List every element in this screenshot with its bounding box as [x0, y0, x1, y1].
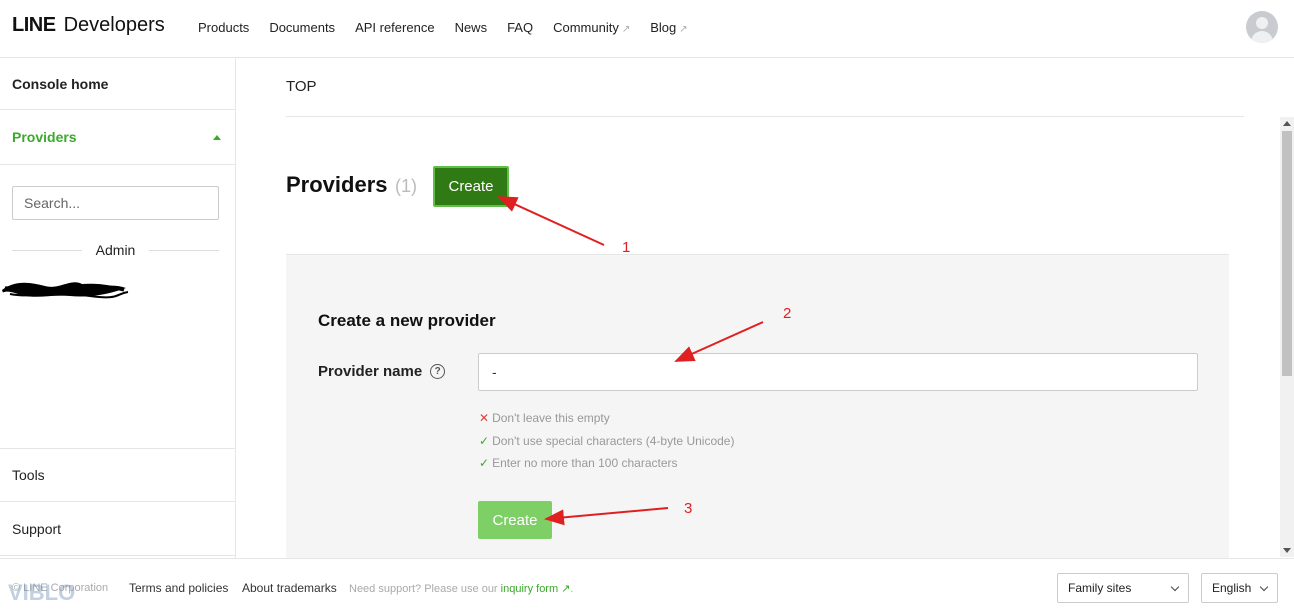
scroll-up-arrow-icon[interactable]: [1283, 121, 1291, 126]
scroll-down-arrow-icon[interactable]: [1283, 548, 1291, 553]
sidebar-item-label: Console home: [12, 75, 109, 92]
caret-up-icon: [213, 135, 221, 140]
admin-label: Admin: [95, 242, 136, 258]
sidebar-item-support[interactable]: Support: [0, 502, 235, 556]
sidebar-item-label: Providers: [12, 129, 77, 145]
inquiry-form-link[interactable]: inquiry form: [501, 583, 558, 595]
rule-text: Enter no more than 100 characters: [492, 456, 678, 470]
main-nav: Products Documents API reference News FA…: [198, 20, 688, 35]
provider-name-label: Provider name ?: [318, 363, 446, 380]
language-select[interactable]: English: [1201, 573, 1278, 603]
validation-rule: ✕ Don't leave this empty: [479, 407, 734, 430]
divider: [149, 249, 219, 251]
create-provider-panel: Create a new provider Provider name ? ✕D…: [286, 254, 1229, 558]
rule-text: Don't leave this empty: [492, 411, 610, 425]
support-text: Need support? Please use our inquiry for…: [349, 582, 573, 595]
sidebar-item-providers[interactable]: Providers: [0, 110, 235, 165]
top-header: LINE Developers Products Documents API r…: [0, 0, 1294, 58]
create-provider-button[interactable]: Create: [433, 166, 509, 207]
external-link-icon: ↗: [621, 24, 631, 35]
main-content: TOP Providers (1) Create Create a new pr…: [236, 58, 1280, 558]
support-prefix: Need support? Please use our: [349, 583, 498, 595]
external-link-icon: ↗: [679, 24, 688, 35]
sidebar: Console home Providers Admin Tools Suppo…: [0, 58, 236, 558]
nav-documents[interactable]: Documents: [269, 20, 335, 35]
sidebar-item-label: Tools: [12, 467, 45, 483]
chevron-down-icon: [1259, 582, 1269, 591]
annotation-number-1: 1: [622, 239, 631, 256]
line-developers-logo[interactable]: LINE Developers: [12, 14, 165, 37]
support-suffix: .: [570, 583, 574, 595]
breadcrumb[interactable]: TOP: [286, 78, 317, 95]
validation-rule: ✓ Enter no more than 100 characters: [479, 452, 734, 475]
annotation-number-3: 3: [684, 500, 693, 517]
vertical-scrollbar[interactable]: [1280, 117, 1294, 557]
provider-search-input[interactable]: [12, 186, 219, 220]
avatar-head: [1256, 17, 1268, 29]
select-value: English: [1212, 581, 1252, 595]
help-icon[interactable]: ?: [430, 364, 446, 379]
select-value: Family sites: [1068, 581, 1132, 595]
annotation-number-2: 2: [783, 305, 792, 322]
provider-name-input[interactable]: [478, 353, 1198, 391]
check-icon: ✓: [479, 433, 490, 448]
sidebar-item-label: Support: [12, 520, 62, 537]
divider: [12, 249, 82, 251]
sidebar-item-console-home[interactable]: Console home: [0, 58, 235, 110]
chevron-down-icon: [1170, 582, 1180, 591]
admin-section-heading: Admin: [12, 242, 219, 258]
viblo-watermark: VIBLO: [8, 580, 76, 605]
family-sites-select[interactable]: Family sites: [1057, 573, 1189, 603]
nav-news[interactable]: News: [455, 20, 488, 35]
footer-link-trademarks[interactable]: About trademarks: [242, 581, 337, 595]
footer-link-terms[interactable]: Terms and policies: [129, 581, 228, 595]
logo-line-text: LINE: [12, 14, 56, 36]
logo-developers-text: Developers: [63, 14, 165, 36]
provider-count: (1): [395, 176, 417, 196]
nav-products[interactable]: Products: [198, 20, 249, 35]
nav-blog[interactable]: Blog ↗: [650, 20, 687, 35]
nav-blog-label: Blog: [650, 20, 677, 35]
nav-community[interactable]: Community ↗: [553, 20, 630, 35]
scrollbar-thumb[interactable]: [1282, 131, 1292, 376]
nav-community-label: Community: [553, 20, 619, 35]
user-avatar-icon[interactable]: [1246, 11, 1278, 43]
field-label-text: Provider name: [318, 363, 423, 380]
nav-api-reference[interactable]: API reference: [355, 20, 435, 35]
divider: [286, 116, 1244, 117]
redacted-scribble: [2, 282, 129, 299]
validation-rules: ✕ Don't leave this empty ✓ Don't use speci…: [479, 407, 734, 475]
panel-title: Create a new provider: [318, 311, 496, 330]
avatar-body: [1251, 31, 1273, 43]
footer: © LINE Corporation Terms and policies Ab…: [0, 558, 1294, 616]
page-title: Providers: [286, 172, 388, 197]
validation-rule: ✓ Don't use special characters (4-byte Un…: [479, 430, 734, 453]
external-link-icon: ↗: [558, 583, 571, 595]
error-x-icon: ✕: [479, 411, 490, 425]
submit-create-button[interactable]: Create: [478, 501, 552, 539]
check-icon: ✓: [479, 456, 490, 470]
nav-faq[interactable]: FAQ: [507, 20, 533, 35]
rule-text: Don't use special characters (4-byte Uni…: [492, 433, 735, 448]
sidebar-item-tools[interactable]: Tools: [0, 448, 235, 502]
